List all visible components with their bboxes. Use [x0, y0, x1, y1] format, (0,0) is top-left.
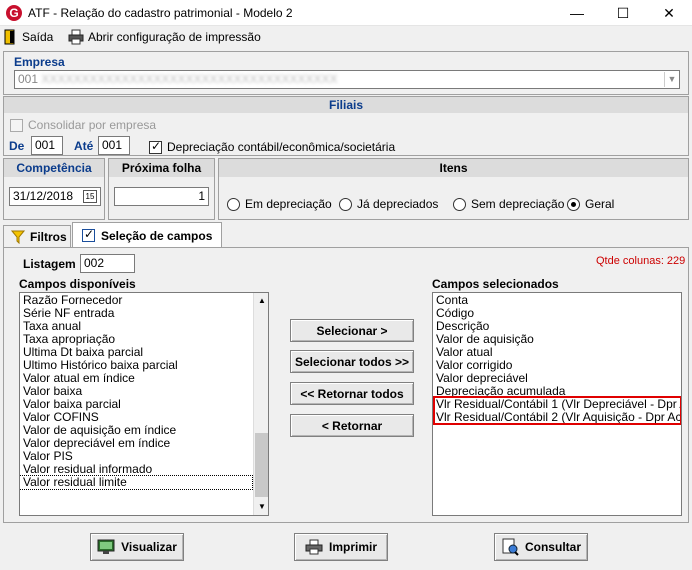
proxima-folha-input[interactable]: 1 [114, 187, 209, 206]
de-input[interactable]: 001 [31, 136, 63, 155]
exit-menu[interactable]: Saída [4, 29, 53, 45]
filiais-header: Filiais [4, 97, 688, 113]
proxima-folha-panel: Próxima folha 1 [108, 158, 215, 220]
itens-header: Itens [219, 159, 688, 177]
proxima-folha-label: Próxima folha [109, 159, 214, 177]
exit-door-icon [4, 29, 15, 45]
empresa-name-blurred: XXXXXXXXXXXXXXXXXXXXXXXXXXXXXXXXXXXXX [41, 72, 338, 86]
radio-ja-depreciados-circle[interactable] [339, 197, 352, 211]
radio-em-depreciacao-circle[interactable] [227, 197, 240, 211]
print-config-label: Abrir configuração de impressão [88, 30, 261, 44]
document-search-icon [502, 538, 519, 556]
depreciacao-check-box[interactable] [149, 139, 162, 154]
visualizar-button[interactable]: Visualizar [90, 533, 184, 561]
radio-ja-depreciados-label: Já depreciados [357, 197, 439, 211]
empresa-code: 001 [18, 72, 39, 86]
retornar-button[interactable]: < Retornar [290, 414, 414, 437]
menu-bar: Saída Abrir configuração de impressão [0, 26, 692, 48]
empresa-select[interactable]: 001 XXXXXXXXXXXXXXXXXXXXXXXXXXXXXXXXXXXX… [14, 70, 680, 89]
radio-sem-depreciacao-label: Sem depreciação [471, 197, 565, 211]
competencia-panel: Competência 31/12/2018 15 [3, 158, 105, 220]
empresa-label: Empresa [14, 55, 65, 69]
checkbox-icon [82, 227, 95, 242]
visualizar-label: Visualizar [121, 540, 177, 554]
monitor-icon [97, 539, 115, 554]
filiais-panel: Filiais Consolidar por empresa De 001 At… [3, 96, 689, 156]
minimize-button[interactable]: — [554, 0, 600, 26]
print-config-menu[interactable]: Abrir configuração de impressão [68, 29, 261, 45]
imprimir-label: Imprimir [328, 540, 377, 554]
consolidar-check-box[interactable] [10, 118, 23, 132]
listagem-input[interactable]: 002 [80, 254, 135, 273]
depreciacao-checkbox[interactable]: Depreciação contábil/econômica/societári… [149, 139, 396, 154]
competencia-label: Competência [4, 159, 104, 177]
radio-geral[interactable]: Geral [567, 197, 614, 211]
de-label: De [9, 139, 25, 153]
depreciacao-label: Depreciação contábil/econômica/societári… [167, 140, 396, 154]
disponiveis-label: Campos disponíveis [19, 277, 136, 291]
itens-panel: Itens Em depreciação Já depreciados Sem … [218, 158, 689, 220]
app-logo-icon: G [6, 5, 22, 21]
scroll-down-icon[interactable]: ▼ [254, 499, 268, 515]
chevron-down-icon[interactable]: ▼ [664, 72, 679, 87]
selecionar-todos-button[interactable]: Selecionar todos >> [290, 350, 414, 373]
radio-sem-depreciacao[interactable]: Sem depreciação [453, 197, 564, 211]
radio-geral-label: Geral [585, 197, 615, 211]
consultar-label: Consultar [524, 540, 581, 554]
printer-icon [68, 29, 84, 45]
calendar-icon[interactable]: 15 [83, 190, 97, 203]
scroll-thumb[interactable] [255, 433, 268, 497]
exit-label: Saída [22, 30, 54, 44]
tab-selecao-label: Seleção de campos [101, 228, 213, 243]
maximize-button[interactable]: ☐ [600, 0, 646, 26]
title-bar: G ATF - Relação do cadastro patrimonial … [0, 0, 692, 26]
highlight-box [433, 396, 681, 425]
selecionar-button[interactable]: Selecionar > [290, 319, 414, 342]
tab-filtros[interactable]: Filtros [3, 225, 71, 247]
filter-icon [11, 230, 25, 244]
empresa-panel: Empresa 001 XXXXXXXXXXXXXXXXXXXXXXXXXXXX… [3, 51, 689, 95]
ate-input[interactable]: 001 [98, 136, 130, 155]
close-button[interactable]: ✕ [646, 0, 692, 26]
disponiveis-list[interactable]: Razão Fornecedor Série NF entrada Taxa anu… [19, 292, 269, 516]
radio-sem-depreciacao-circle[interactable] [453, 197, 466, 211]
radio-em-depreciacao[interactable]: Em depreciação [227, 197, 332, 211]
selecionados-label: Campos selecionados [432, 277, 559, 291]
radio-geral-circle[interactable] [567, 197, 580, 211]
selecionados-list[interactable]: Conta Código Descrição Valor de aquisição Va… [432, 292, 682, 516]
retornar-todos-button[interactable]: << Retornar todos [290, 382, 414, 405]
radio-ja-depreciados[interactable]: Já depreciados [339, 197, 438, 211]
printer-icon [305, 539, 323, 555]
ate-label: Até [74, 139, 94, 153]
disponiveis-list-item[interactable]: Valor residual limite [20, 475, 253, 490]
consolidar-checkbox[interactable]: Consolidar por empresa [10, 118, 156, 132]
imprimir-button[interactable]: Imprimir [294, 533, 388, 561]
tab-selecao-campos[interactable]: Seleção de campos [72, 222, 222, 248]
radio-em-depreciacao-label: Em depreciação [245, 197, 332, 211]
selecao-campos-panel: Listagem 002 Qtde colunas: 229 Campos di… [3, 247, 689, 523]
consolidar-label: Consolidar por empresa [28, 118, 157, 132]
window-title: ATF - Relação do cadastro patrimonial - … [28, 6, 293, 20]
qtde-colunas-label: Qtde colunas: 229 [596, 255, 686, 267]
consultar-button[interactable]: Consultar [494, 533, 588, 561]
tab-filtros-label: Filtros [30, 229, 67, 244]
listagem-label: Listagem [23, 257, 76, 271]
scroll-up-icon[interactable]: ▲ [254, 293, 268, 309]
disponiveis-scrollbar[interactable]: ▲ ▼ [253, 293, 268, 515]
